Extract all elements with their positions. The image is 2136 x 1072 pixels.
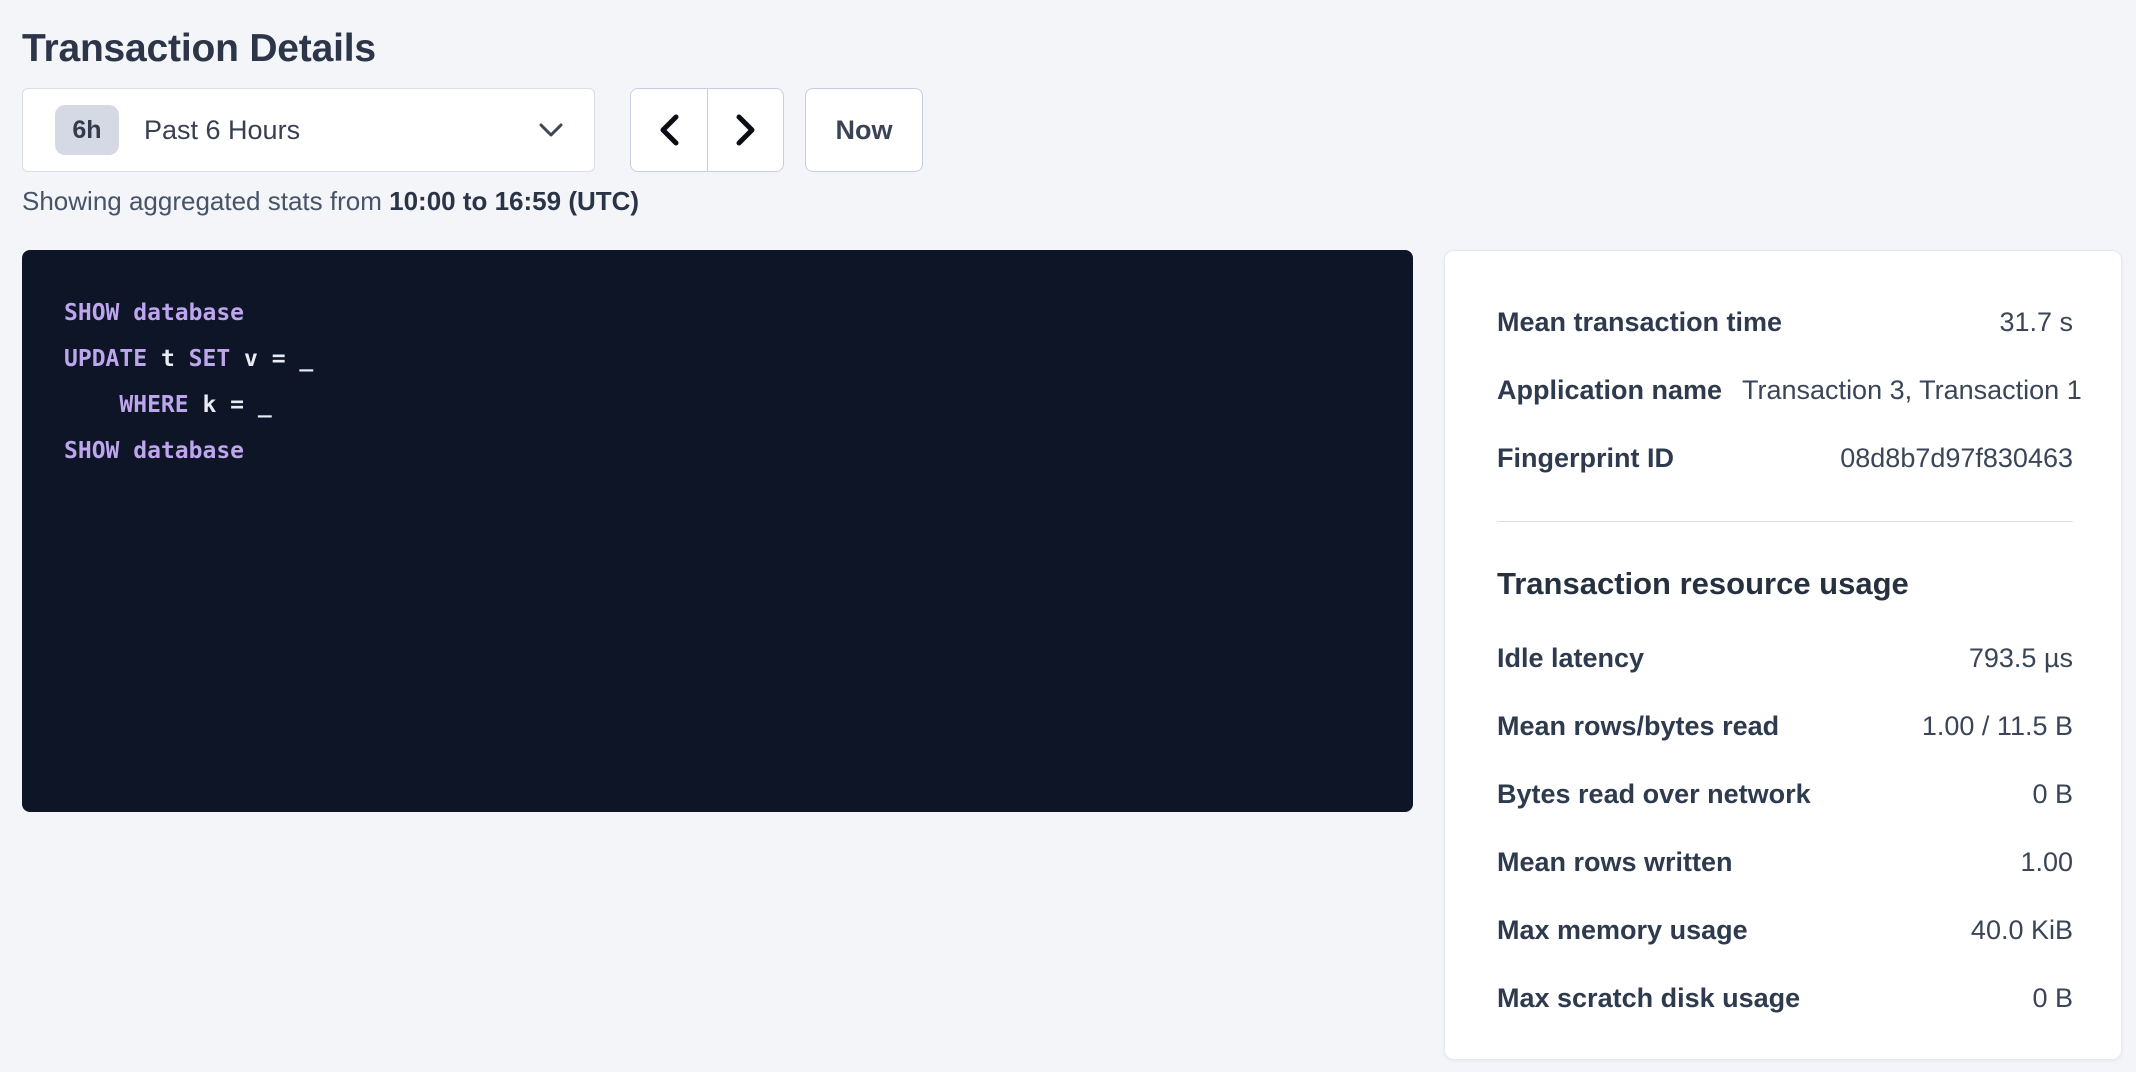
stat-value: 40.0 KiB (1971, 915, 2073, 945)
sql-statements-box: SHOW databaseUPDATE t SET v = _ WHERE k … (22, 250, 1413, 812)
summary-stats-section: Mean transaction time 31.7 s Application n… (1497, 307, 2073, 473)
stat-label: Application name (1497, 375, 1742, 405)
stat-value: 793.5 µs (1969, 643, 2073, 673)
sql-code-line: SHOW database (64, 428, 1371, 474)
page-title: Transaction Details (22, 26, 2122, 72)
subtitle-prefix: Showing aggregated stats from (22, 186, 389, 216)
stat-row: Mean rows/bytes read 1.00 / 11.5 B (1497, 711, 2073, 741)
sql-code: SHOW databaseUPDATE t SET v = _ WHERE k … (64, 290, 1371, 474)
time-nav-group (630, 88, 784, 172)
stat-row: Idle latency 793.5 µs (1497, 643, 2073, 673)
sql-code-line: UPDATE t SET v = _ (64, 336, 1371, 382)
stat-row: Mean transaction time 31.7 s (1497, 307, 2073, 337)
chevron-down-icon (538, 122, 564, 138)
time-range-select[interactable]: 6h Past 6 Hours (22, 88, 595, 172)
stat-label: Bytes read over network (1497, 779, 1831, 809)
chevron-right-icon (733, 113, 759, 147)
stat-label: Idle latency (1497, 643, 1664, 673)
stat-label: Fingerprint ID (1497, 443, 1694, 473)
next-time-button[interactable] (707, 89, 783, 171)
subtitle-range: 10:00 to 16:59 (UTC) (389, 186, 639, 216)
prev-time-button[interactable] (631, 89, 707, 171)
stat-value: Transaction 3, Transaction 1 (1742, 375, 2082, 405)
stat-value: 1.00 / 11.5 B (1922, 711, 2073, 741)
stats-panel: Mean transaction time 31.7 s Application n… (1444, 250, 2122, 1060)
stat-row: Application nameTransaction 3, Transacti… (1497, 375, 2073, 405)
stat-value: 0 B (2032, 983, 2073, 1013)
sql-code-line: SHOW database (64, 290, 1371, 336)
transaction-details-page: Transaction Details 6h Past 6 Hours Now (0, 0, 2136, 1060)
stat-value: 08d8b7d97f830463 (1840, 443, 2073, 473)
stats-subtitle: Showing aggregated stats from 10:00 to 1… (22, 186, 2122, 216)
stat-label: Mean rows/bytes read (1497, 711, 1799, 741)
time-controls-row: 6h Past 6 Hours Now (22, 88, 2122, 172)
stat-row: Mean rows written 1.00 (1497, 847, 2073, 877)
stat-value: 0 B (2032, 779, 2073, 809)
stat-row: Bytes read over network 0 B (1497, 779, 2073, 809)
panel-divider (1497, 521, 2073, 522)
stat-label: Max memory usage (1497, 915, 1768, 945)
stat-row: Max memory usage 40.0 KiB (1497, 915, 2073, 945)
range-label: Past 6 Hours (144, 115, 538, 146)
stat-value: 1.00 (2020, 847, 2073, 877)
range-shortcut-badge: 6h (55, 105, 119, 155)
main-content-row: SHOW databaseUPDATE t SET v = _ WHERE k … (22, 250, 2122, 1060)
resource-usage-heading: Transaction resource usage (1497, 562, 2073, 606)
stat-label: Mean transaction time (1497, 307, 1802, 337)
resource-usage-section: Idle latency 793.5 µs Mean rows/bytes read… (1497, 643, 2073, 1013)
stat-label: Mean rows written (1497, 847, 1753, 877)
sql-code-line: WHERE k = _ (64, 382, 1371, 428)
stat-value: 31.7 s (1999, 307, 2073, 337)
chevron-left-icon (656, 113, 682, 147)
now-button[interactable]: Now (805, 88, 923, 172)
stat-row: Max scratch disk usage 0 B (1497, 983, 2073, 1013)
stat-row: Fingerprint ID 08d8b7d97f830463 (1497, 443, 2073, 473)
stat-label: Max scratch disk usage (1497, 983, 1820, 1013)
